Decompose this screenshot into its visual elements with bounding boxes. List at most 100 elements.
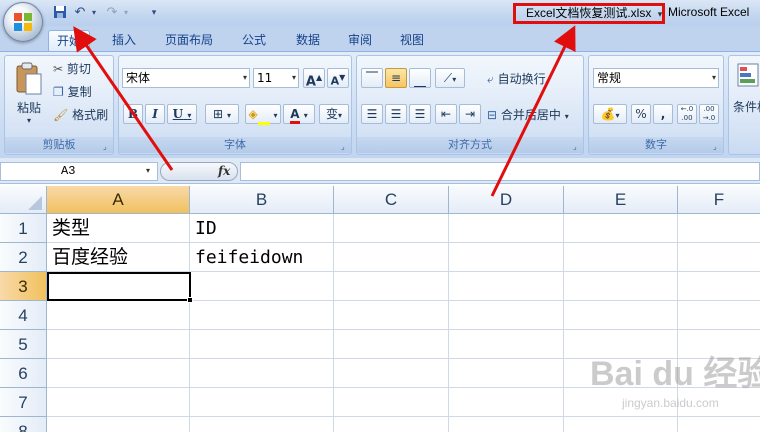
format-painter-button[interactable]: 🖌 格式刷	[53, 106, 108, 123]
tab-page-layout[interactable]: 页面布局	[158, 30, 220, 51]
dialog-launcher-icon[interactable]: ⌟	[713, 143, 721, 151]
accounting-format-button[interactable]: 💰▾	[593, 104, 627, 124]
cell-b1[interactable]: ID	[190, 214, 333, 243]
number-format-combo[interactable]: 常规 ▾	[593, 68, 719, 88]
font-color-button[interactable]: A ▾	[283, 104, 315, 124]
customize-quick-access-icon[interactable]: ▾	[146, 5, 162, 21]
watermark-brand: Bai du 经验	[590, 355, 760, 393]
align-bottom-button[interactable]: ⎽	[409, 68, 431, 88]
redo-dropdown-icon[interactable]: ▾	[118, 5, 134, 21]
cut-button[interactable]: ✂ 剪切	[53, 60, 91, 77]
phonetic-button[interactable]: 变▾	[319, 104, 349, 124]
align-bottom-icon: ⎽	[413, 73, 426, 87]
row-header-6[interactable]: 6	[0, 359, 47, 388]
dialog-launcher-icon[interactable]: ⌟	[341, 143, 349, 151]
chevron-down-icon: ▾	[452, 75, 457, 84]
dialog-launcher-icon[interactable]: ⌟	[103, 143, 111, 151]
column-header-c[interactable]: C	[334, 186, 449, 214]
row-header-3[interactable]: 3	[0, 272, 47, 301]
row-header-7[interactable]: 7	[0, 388, 47, 417]
tab-view[interactable]: 视图	[392, 30, 432, 51]
cell-b2[interactable]: feifeidown	[190, 243, 333, 272]
cell-a1[interactable]: 类型	[47, 214, 189, 243]
save-icon[interactable]	[52, 5, 68, 21]
tab-insert[interactable]: 插入	[104, 30, 144, 51]
undo-dropdown-icon[interactable]: ▾	[86, 5, 102, 21]
select-all-corner[interactable]	[0, 186, 47, 214]
clipboard-group-label: 剪贴板	[5, 137, 113, 153]
align-right-icon: ☰	[414, 107, 426, 121]
align-left-button[interactable]: ☰	[361, 104, 383, 124]
paste-button[interactable]: 粘贴 ▾	[9, 60, 49, 134]
formula-input[interactable]	[240, 162, 760, 181]
percent-button[interactable]: %	[631, 104, 651, 124]
office-button[interactable]	[3, 2, 43, 42]
wrap-text-label: 自动换行	[497, 72, 546, 86]
decrease-indent-button[interactable]: ⇤	[435, 104, 457, 124]
borders-button[interactable]: ⊞ ▾	[205, 104, 239, 124]
title-dropdown-icon[interactable]: ▾	[655, 9, 663, 19]
merge-center-button[interactable]: ⊟ 合并后居中 ▾	[487, 106, 569, 123]
italic-button[interactable]: I	[145, 104, 165, 124]
window-title: Excel文档恢复测试.xlsx ▾	[513, 3, 665, 24]
name-box[interactable]: A3	[0, 162, 158, 181]
decrease-decimal-button[interactable]: .00 →.0	[699, 104, 719, 124]
orientation-button[interactable]: ⟋▾	[435, 68, 465, 88]
wrap-text-button[interactable]: ⤶ 自动换行	[487, 70, 546, 87]
conditional-formatting-button[interactable]: 条件格	[733, 98, 760, 115]
font-size-value: 11	[257, 71, 273, 85]
column-header-d[interactable]: D	[449, 186, 564, 214]
row-header-1[interactable]: 1	[0, 214, 47, 243]
merge-center-label: 合并后居中	[500, 108, 561, 122]
font-group-label: 字体	[119, 137, 351, 153]
chevron-down-icon[interactable]: ▾	[146, 166, 150, 175]
file-name: Excel文档恢复测试.xlsx	[526, 6, 652, 20]
font-color-icon: A	[290, 107, 300, 124]
fill-handle[interactable]	[187, 297, 193, 303]
row-header-2[interactable]: 2	[0, 243, 47, 272]
align-middle-button[interactable]: ≡	[385, 68, 407, 88]
font-size-combo[interactable]: 11 ▾	[253, 68, 299, 88]
shrink-font-button[interactable]: A▼	[327, 68, 349, 88]
chevron-down-icon: ▾	[615, 111, 620, 120]
column-header-e[interactable]: E	[564, 186, 678, 214]
font-name-combo[interactable]: 宋体 ▾	[122, 68, 250, 88]
cell-a2[interactable]: 百度经验	[47, 243, 189, 272]
dialog-launcher-icon[interactable]: ⌟	[573, 143, 581, 151]
comma-button[interactable]: ,	[653, 104, 673, 124]
bold-button[interactable]: B	[123, 104, 143, 124]
row-header-4[interactable]: 4	[0, 301, 47, 330]
column-header-f[interactable]: F	[678, 186, 760, 214]
paint-bucket-icon: ◈	[248, 107, 258, 121]
copy-label: 复制	[67, 85, 92, 99]
column-header-a[interactable]: A	[47, 186, 190, 214]
conditional-formatting-icon	[737, 62, 759, 88]
increase-indent-button[interactable]: ⇥	[459, 104, 481, 124]
tab-home[interactable]: 开始	[48, 30, 90, 51]
wrap-text-icon: ⤶	[487, 72, 494, 86]
align-top-button[interactable]: ⎺	[361, 68, 383, 88]
active-cell-a3[interactable]	[47, 272, 191, 301]
tab-review[interactable]: 审阅	[340, 30, 380, 51]
column-header-b[interactable]: B	[190, 186, 334, 214]
fill-color-button[interactable]: ◈ ▾	[245, 104, 281, 125]
align-right-button[interactable]: ☰	[409, 104, 431, 124]
tab-formulas[interactable]: 公式	[234, 30, 274, 51]
underline-button[interactable]: U ▾	[167, 104, 197, 124]
grow-font-button[interactable]: A▲	[303, 68, 325, 90]
border-grid-icon: ⊞	[213, 107, 224, 121]
copy-button[interactable]: ❐ 复制	[53, 83, 92, 100]
align-center-button[interactable]: ☰	[385, 104, 407, 124]
grid-line	[563, 214, 564, 432]
grid-line	[333, 214, 334, 432]
increase-decimal-button[interactable]: ←.0 .00	[677, 104, 697, 124]
insert-function-icon[interactable]: fx	[218, 164, 230, 178]
format-painter-icon: 🖌	[53, 108, 69, 122]
alignment-group-label: 对齐方式	[357, 137, 583, 153]
grow-font-icon: A	[305, 74, 316, 90]
number-group-label: 数字	[589, 137, 723, 153]
paste-dropdown-icon: ▾	[26, 116, 31, 125]
tab-data[interactable]: 数据	[288, 30, 328, 51]
row-header-5[interactable]: 5	[0, 330, 47, 359]
row-header-8[interactable]: 8	[0, 417, 47, 432]
